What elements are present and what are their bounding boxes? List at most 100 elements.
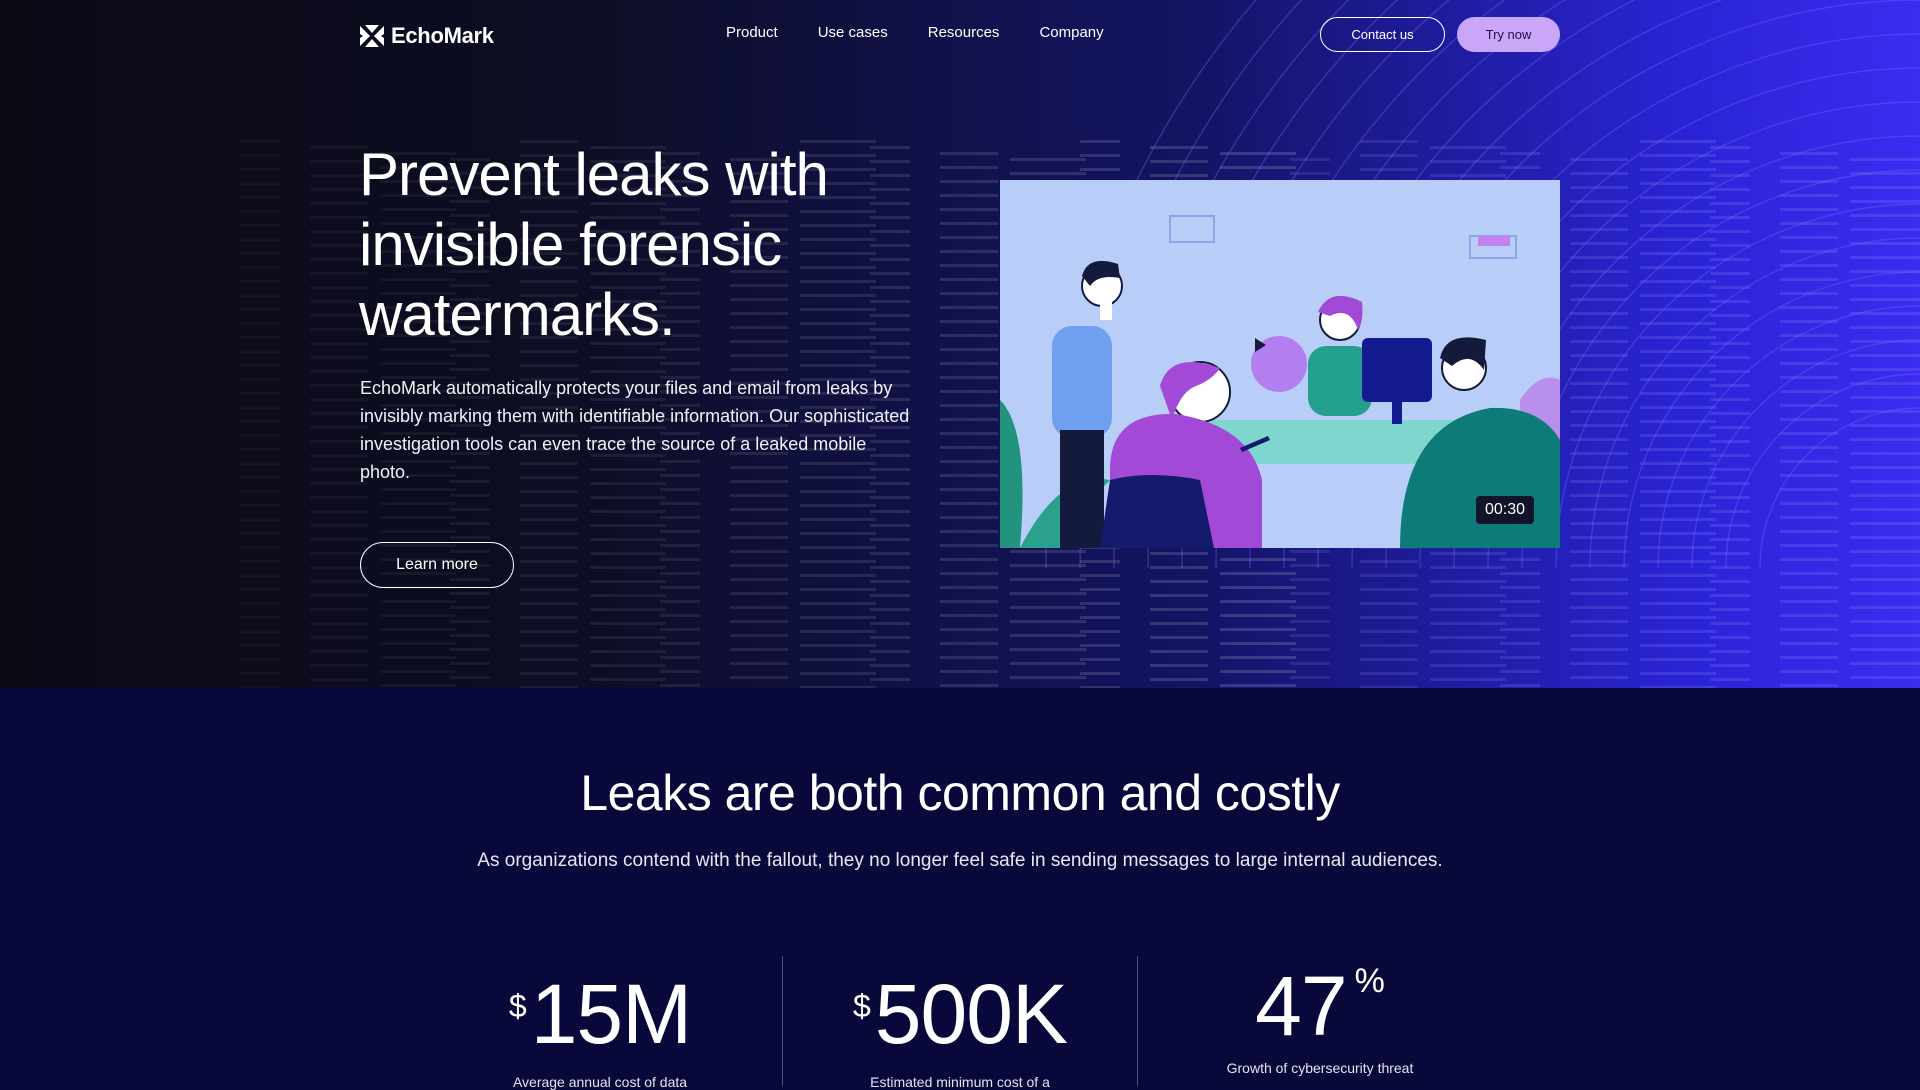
- nav-link-use-cases[interactable]: Use cases: [818, 24, 888, 41]
- background-stripe: [870, 622, 910, 625]
- background-stripe: [1290, 158, 1330, 161]
- background-stripe: [1500, 628, 1540, 631]
- background-stripe: [1360, 140, 1418, 143]
- background-stripe: [1010, 550, 1086, 553]
- background-stripe: [940, 306, 998, 309]
- background-stripe: [380, 614, 456, 617]
- background-stripe: [1850, 662, 1920, 665]
- background-stripe: [1360, 616, 1418, 619]
- background-stripe: [450, 606, 490, 609]
- background-stripe: [1710, 636, 1750, 639]
- background-stripe: [240, 210, 280, 213]
- background-stripe: [1010, 662, 1086, 665]
- background-stripe: [1640, 224, 1716, 227]
- background-stripe: [940, 180, 998, 183]
- background-stripe: [800, 672, 876, 675]
- background-stripe: [1010, 648, 1086, 651]
- nav-link-resources[interactable]: Resources: [928, 24, 1000, 41]
- background-stripe: [1780, 348, 1838, 351]
- video-player[interactable]: 00:30: [1000, 180, 1560, 548]
- background-stripe: [1640, 574, 1716, 577]
- background-stripe: [1710, 566, 1750, 569]
- background-stripe: [590, 678, 666, 681]
- background-stripe: [240, 308, 280, 311]
- background-stripe: [1710, 426, 1750, 429]
- background-stripe: [1150, 650, 1208, 653]
- background-stripe: [1710, 482, 1750, 485]
- background-stripe: [310, 538, 368, 541]
- background-stripe: [940, 278, 998, 281]
- background-stripe: [940, 516, 998, 519]
- contact-us-button[interactable]: Contact us: [1320, 17, 1445, 52]
- background-stripe: [800, 588, 876, 591]
- background-stripe: [240, 182, 280, 185]
- background-stripe: [870, 580, 910, 583]
- background-stripe: [520, 644, 578, 647]
- background-stripe: [380, 656, 456, 659]
- background-stripe: [1640, 140, 1716, 143]
- background-stripe: [1360, 630, 1418, 633]
- background-stripe: [1710, 608, 1750, 611]
- nav-link-product[interactable]: Product: [726, 24, 778, 41]
- background-stripe: [590, 370, 666, 373]
- background-stripe: [1640, 616, 1716, 619]
- background-stripe: [1570, 550, 1628, 553]
- background-stripe: [1290, 648, 1330, 651]
- background-stripe: [800, 560, 876, 563]
- brand-logo[interactable]: EchoMark: [359, 22, 494, 50]
- nav-link-company[interactable]: Company: [1039, 24, 1103, 41]
- background-stripe: [1010, 578, 1086, 581]
- stat-divider: [1137, 956, 1138, 1086]
- background-stripe: [1780, 558, 1838, 561]
- background-stripe: [1570, 382, 1628, 385]
- learn-more-button[interactable]: Learn more: [360, 542, 514, 588]
- background-stripe: [310, 356, 368, 359]
- background-stripe: [1850, 536, 1920, 539]
- background-stripe: [1710, 664, 1750, 667]
- background-stripe: [1570, 648, 1628, 651]
- background-stripe: [1780, 152, 1838, 155]
- background-stripe: [940, 376, 998, 379]
- try-now-button[interactable]: Try now: [1457, 17, 1560, 52]
- background-stripe: [1780, 614, 1838, 617]
- background-stripe: [1710, 454, 1750, 457]
- stat-value: 47: [1255, 959, 1347, 1053]
- background-stripe: [1780, 446, 1838, 449]
- background-stripe: [870, 538, 910, 541]
- background-stripe: [1640, 546, 1716, 549]
- background-stripe: [870, 524, 910, 527]
- background-stripe: [800, 532, 876, 535]
- background-stripe: [1780, 306, 1838, 309]
- background-stripe: [1500, 166, 1540, 169]
- video-duration-badge: 00:30: [1476, 496, 1534, 524]
- background-stripe: [590, 580, 666, 583]
- background-stripe: [1430, 622, 1506, 625]
- background-stripe: [1710, 230, 1750, 233]
- background-stripe: [590, 650, 666, 653]
- background-stripe: [660, 502, 700, 505]
- background-stripe: [1150, 678, 1208, 681]
- background-stripe: [660, 684, 700, 687]
- background-stripe: [520, 532, 578, 535]
- background-stripe: [1220, 600, 1296, 603]
- background-stripe: [240, 448, 280, 451]
- background-stripe: [590, 664, 666, 667]
- brand-name: EchoMark: [391, 23, 494, 48]
- background-stripe: [380, 684, 456, 687]
- background-stripe: [1850, 508, 1920, 511]
- background-stripe: [1780, 530, 1838, 533]
- background-stripe: [940, 194, 998, 197]
- background-stripe: [310, 678, 368, 681]
- play-button[interactable]: [1251, 336, 1307, 392]
- background-stripe: [800, 644, 876, 647]
- background-stripe: [1710, 160, 1750, 163]
- background-stripe: [940, 502, 998, 505]
- background-stripe: [450, 508, 490, 511]
- background-stripe: [870, 370, 910, 373]
- background-stripe: [660, 572, 700, 575]
- background-stripe: [1290, 578, 1330, 581]
- background-stripe: [240, 504, 280, 507]
- background-stripe: [240, 336, 280, 339]
- background-stripe: [240, 672, 280, 675]
- background-stripe: [1850, 200, 1920, 203]
